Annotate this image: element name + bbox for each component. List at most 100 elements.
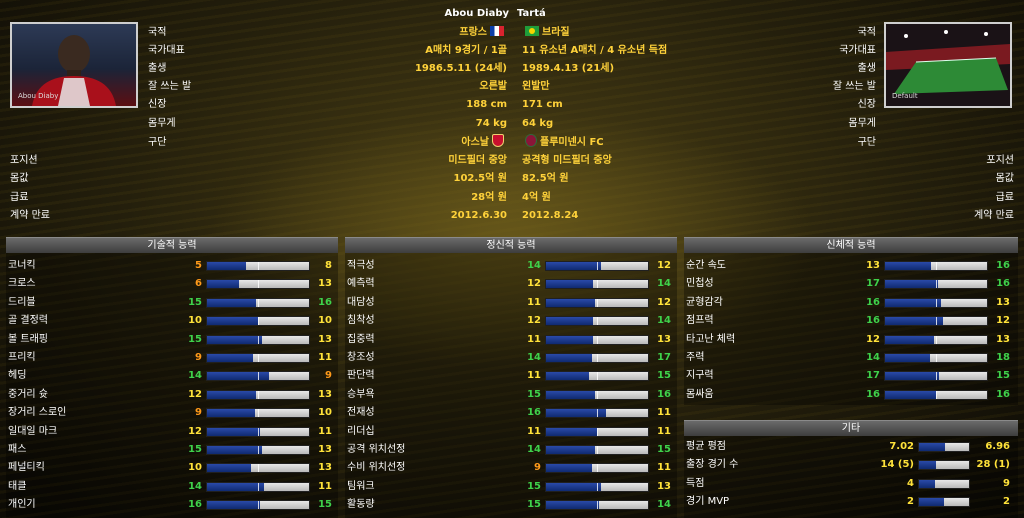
- attribute-row[interactable]: 균형감각 16 13: [684, 294, 1018, 312]
- left-birth: 1986.5.11 (24세): [414, 63, 507, 74]
- right-attribute-value: 13: [318, 278, 332, 290]
- left-club[interactable]: 아스날: [461, 134, 507, 152]
- center-tick: [258, 464, 259, 473]
- attribute-row[interactable]: 주력 14 18: [684, 349, 1018, 367]
- attribute-row[interactable]: 창조성 14 17: [345, 349, 677, 367]
- misc-panel-title: 기타: [684, 420, 1018, 436]
- left-weight: 74 kg: [475, 118, 507, 129]
- attribute-row[interactable]: 프리킥 9 11: [6, 349, 338, 367]
- right-attribute-value: 10: [318, 315, 332, 327]
- attribute-row[interactable]: 볼 트래핑 15 13: [6, 331, 338, 349]
- left-player-name: Abou Diaby: [444, 8, 509, 19]
- physical-panel-title: 신체적 능력: [684, 237, 1018, 253]
- attribute-row[interactable]: 집중력 11 13: [345, 331, 677, 349]
- misc-left-value: 14 (5): [880, 459, 915, 471]
- attribute-row[interactable]: 일대일 마크 12 11: [6, 423, 338, 441]
- right-value: 82.5억 원: [522, 173, 569, 184]
- attribute-row[interactable]: 리더십 11 11: [345, 423, 677, 441]
- right-attribute-value: 13: [657, 333, 671, 345]
- attribute-row[interactable]: 팀워크 15 13: [345, 478, 677, 496]
- left-player-photo[interactable]: Abou Diaby: [10, 22, 138, 108]
- attribute-row[interactable]: 예측력 12 14: [345, 275, 677, 293]
- attribute-row[interactable]: 대담성 11 12: [345, 294, 677, 312]
- attribute-row[interactable]: 몸싸움 16 16: [684, 386, 1018, 404]
- left-share-fill: [207, 409, 256, 418]
- label-value-right: 몸값: [995, 173, 1014, 184]
- right-attribute-value: 13: [996, 333, 1010, 345]
- misc-row[interactable]: 평균 평점 7.02 6.96: [684, 438, 1018, 456]
- attribute-row[interactable]: 판단력 11 15: [345, 367, 677, 385]
- attribute-row[interactable]: 장거리 스로인 9 10: [6, 404, 338, 422]
- attribute-row[interactable]: 침착성 12 14: [345, 312, 677, 330]
- misc-right-value: 6.96: [985, 441, 1010, 452]
- left-attribute-value: 10: [188, 315, 202, 327]
- left-share-fill: [546, 280, 594, 289]
- attribute-row[interactable]: 헤딩 14 9: [6, 367, 338, 385]
- attribute-comparison-bar: [545, 334, 649, 345]
- misc-right-value: 9: [1003, 477, 1010, 489]
- attribute-row[interactable]: 활동량 15 14: [345, 496, 677, 514]
- right-player-photo[interactable]: Default: [884, 22, 1012, 108]
- attribute-row[interactable]: 코너킥 5 8: [6, 257, 338, 275]
- right-attribute-value: 14: [657, 499, 671, 511]
- attribute-name: 개인기: [8, 499, 36, 511]
- center-tick: [597, 409, 598, 418]
- attribute-row[interactable]: 전재성 16 11: [345, 404, 677, 422]
- attribute-row[interactable]: 적극성 14 12: [345, 257, 677, 275]
- attribute-row[interactable]: 점프력 16 12: [684, 312, 1018, 330]
- attribute-name: 패스: [8, 444, 27, 455]
- label-value-left: 몸값: [10, 173, 29, 184]
- misc-row[interactable]: 경기 MVP 2 2: [684, 493, 1018, 511]
- center-tick: [258, 409, 259, 418]
- attribute-row[interactable]: 민첩성 17 16: [684, 275, 1018, 293]
- left-attribute-value: 14: [188, 480, 202, 492]
- attribute-comparison-bar: [206, 500, 310, 511]
- attribute-row[interactable]: 중거리 슛 12 13: [6, 386, 338, 404]
- attribute-comparison-bar: [206, 445, 310, 455]
- right-attribute-value: 13: [318, 333, 332, 345]
- center-tick: [936, 262, 937, 270]
- left-attribute-value: 16: [866, 296, 880, 308]
- left-share-fill: [207, 335, 262, 344]
- left-share-fill: [546, 427, 597, 436]
- misc-row[interactable]: 득점 4 9: [684, 475, 1018, 493]
- left-attribute-value: 9: [534, 462, 541, 474]
- attribute-row[interactable]: 타고난 체력 12 13: [684, 331, 1018, 349]
- center-tick: [597, 335, 598, 344]
- attribute-name: 판단력: [347, 370, 375, 382]
- right-attribute-value: 11: [657, 462, 671, 474]
- left-attribute-value: 15: [188, 444, 202, 455]
- left-position: 미드필더 중앙: [448, 155, 507, 166]
- attribute-row[interactable]: 수비 위치선정 9 11: [345, 459, 677, 477]
- right-attribute-value: 16: [657, 388, 671, 400]
- right-club-text[interactable]: 플루미넨시 FC: [540, 137, 604, 148]
- misc-name: 경기 MVP: [686, 496, 730, 508]
- label-weight-left: 몸무게: [148, 118, 176, 129]
- attribute-row[interactable]: 패스 15 13: [6, 441, 338, 459]
- left-attribute-value: 10: [188, 462, 202, 474]
- attribute-row[interactable]: 순간 속도 13 16: [684, 257, 1018, 275]
- misc-left-value: 7.02: [889, 441, 914, 452]
- left-attribute-value: 16: [527, 407, 541, 419]
- misc-row[interactable]: 출장 경기 수 14 (5) 28 (1): [684, 456, 1018, 474]
- right-attribute-value: 11: [318, 352, 332, 363]
- technical-panel-title: 기술적 능력: [6, 237, 338, 253]
- attribute-row[interactable]: 드리블 15 16: [6, 294, 338, 312]
- attribute-row[interactable]: 개인기 16 15: [6, 496, 338, 514]
- right-club[interactable]: 플루미넨시 FC: [522, 134, 604, 152]
- attribute-row[interactable]: 골 결정력 10 10: [6, 312, 338, 330]
- left-club-text[interactable]: 아스날: [461, 137, 489, 148]
- left-share-fill: [885, 390, 936, 399]
- right-attribute-value: 14: [657, 315, 671, 327]
- attribute-row[interactable]: 크로스 6 13: [6, 275, 338, 293]
- attribute-row[interactable]: 승부욕 15 16: [345, 386, 677, 404]
- left-attribute-value: 12: [188, 425, 202, 437]
- right-attribute-value: 10: [318, 407, 332, 419]
- attribute-comparison-bar: [884, 334, 988, 345]
- attribute-row[interactable]: 태클 14 11: [6, 478, 338, 496]
- attribute-row[interactable]: 지구력 17 15: [684, 367, 1018, 385]
- attribute-row[interactable]: 공격 위치선정 14 15: [345, 441, 677, 459]
- right-attribute-value: 9: [325, 370, 332, 382]
- attribute-row[interactable]: 페널티킥 10 13: [6, 459, 338, 477]
- attribute-comparison-bar: [884, 316, 988, 327]
